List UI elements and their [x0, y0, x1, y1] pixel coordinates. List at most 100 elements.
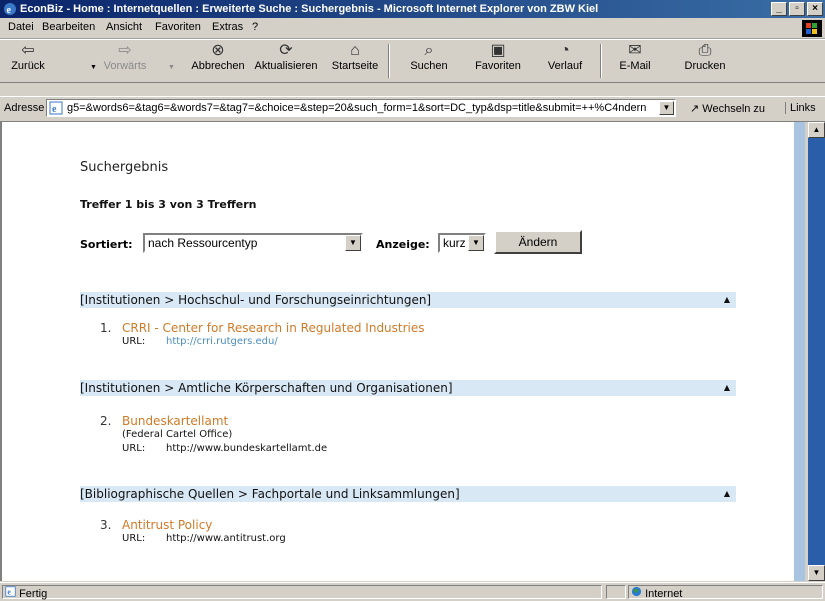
menu-bearbeiten[interactable]: Bearbeiten — [42, 21, 95, 33]
back-dropdown-icon[interactable]: ▼ — [90, 64, 97, 71]
url-label: URL: — [122, 443, 146, 454]
change-button[interactable]: Ändern — [494, 230, 582, 254]
print-button[interactable]: ⎙ Drucken — [680, 42, 730, 72]
forward-button[interactable]: ⇨ Vorwärts — [100, 42, 150, 72]
result-url-link[interactable]: http://crri.rutgers.edu/ — [166, 336, 278, 347]
menu-favoriten[interactable]: Favoriten — [155, 21, 201, 33]
standard-toolbar: ⇦ Zurück ▼ ⇨ Vorwärts ▼ ⊗ Abbrechen ⟳ Ak… — [0, 39, 825, 83]
menu-extras[interactable]: Extras — [212, 21, 243, 33]
refresh-icon: ⟳ — [279, 42, 293, 59]
result-number: 3. — [100, 518, 112, 532]
vertical-scrollbar[interactable]: ▲ ▼ — [808, 122, 825, 581]
forward-dropdown-icon[interactable]: ▼ — [168, 64, 175, 71]
go-arrow-icon: ↗ — [690, 103, 700, 115]
page-icon: e — [49, 101, 63, 115]
favorites-button[interactable]: ▣ Favoriten — [470, 42, 526, 72]
sort-label: Sortiert: — [80, 238, 133, 251]
result-title-link[interactable]: Antitrust Policy — [122, 518, 212, 532]
stop-label: Abbrechen — [191, 60, 245, 72]
address-input[interactable]: e g5=&words6=&tag6=&words7=&tag7=&choice… — [46, 99, 676, 117]
status-text: Fertig — [19, 588, 48, 600]
mail-label: E-Mail — [619, 60, 651, 72]
print-label: Drucken — [684, 60, 726, 72]
go-label: Wechseln zu — [702, 103, 766, 115]
favorites-icon: ▣ — [490, 42, 506, 59]
status-bar: e Fertig Internet — [0, 582, 825, 601]
page-content: Suchergebnis Treffer 1 bis 3 von 3 Treff… — [0, 122, 805, 581]
display-value: kurz — [443, 236, 466, 250]
scroll-down-icon[interactable]: ▼ — [808, 565, 825, 581]
back-button[interactable]: ⇦ Zurück — [8, 42, 48, 72]
window-title: EconBiz - Home : Internetquellen : Erwei… — [20, 3, 599, 15]
print-icon: ⎙ — [698, 42, 712, 59]
menu-ansicht[interactable]: Ansicht — [106, 21, 142, 33]
toolbar-separator-2 — [600, 44, 602, 78]
mail-icon: ✉ — [628, 42, 642, 59]
sort-controls: Sortiert: nach Ressourcentyp ▼ Anzeige: … — [80, 230, 600, 256]
result-title-link[interactable]: CRRI - Center for Research in Regulated … — [122, 321, 425, 335]
status-text-panel: e Fertig — [2, 585, 602, 600]
search-label: Suchen — [410, 60, 448, 72]
result-number: 2. — [100, 414, 112, 428]
ie-icon: e — [3, 2, 17, 16]
scroll-up-icon[interactable]: ▲ — [808, 122, 825, 138]
svg-text:e: e — [7, 5, 12, 16]
back-arrow-icon: ⇦ — [21, 42, 35, 59]
category-header: [Institutionen > Amtliche Körperschaften… — [80, 380, 736, 396]
history-button[interactable]: ◔ Verlauf — [542, 42, 588, 72]
search-icon: ⌕ — [424, 42, 434, 59]
back-label: Zurück — [11, 60, 45, 72]
menu-bar: Datei Bearbeiten Ansicht Favoriten Extra… — [0, 18, 825, 39]
page-icon: e — [5, 586, 19, 600]
address-bar: Adresse e g5=&words6=&tag6=&words7=&tag7… — [0, 96, 825, 122]
security-zone-panel: Internet — [628, 585, 823, 600]
links-button[interactable]: Links — [785, 102, 816, 114]
collapse-up-icon[interactable]: ▲ — [724, 292, 730, 308]
refresh-button[interactable]: ⟳ Aktualisieren — [254, 42, 318, 72]
history-icon: ◔ — [560, 42, 570, 59]
address-dropdown-icon[interactable]: ▼ — [659, 101, 674, 115]
category-label: [Bibliographische Quellen > Fachportale … — [80, 487, 460, 501]
history-label: Verlauf — [547, 60, 583, 72]
svg-text:e: e — [52, 104, 57, 115]
chevron-down-icon: ▼ — [468, 235, 484, 251]
category-header: [Institutionen > Hochschul- und Forschun… — [80, 292, 736, 308]
result-subtitle: (Federal Cartel Office) — [122, 429, 233, 440]
category-label: [Institutionen > Amtliche Körperschaften… — [80, 381, 453, 395]
collapse-up-icon[interactable]: ▲ — [724, 380, 730, 396]
result-title-link[interactable]: Bundeskartellamt — [122, 414, 228, 428]
stop-button[interactable]: ⊗ Abbrechen — [188, 42, 248, 72]
search-button[interactable]: ⌕ Suchen — [404, 42, 454, 72]
toolbar-separator — [388, 44, 390, 78]
category-header: [Bibliographische Quellen > Fachportale … — [80, 486, 736, 502]
sort-select[interactable]: nach Ressourcentyp ▼ — [143, 233, 363, 253]
url-label: URL: — [122, 336, 146, 347]
result-url-link[interactable]: http://www.antitrust.org — [166, 533, 286, 544]
minimize-button[interactable]: _ — [771, 2, 787, 16]
result-url-link[interactable]: http://www.bundeskartellamt.de — [166, 443, 327, 454]
windows-logo-icon — [802, 20, 822, 37]
home-button[interactable]: ⌂ Startseite — [330, 42, 380, 72]
go-button[interactable]: ↗ Wechseln zu — [690, 102, 765, 115]
forward-label: Vorwärts — [103, 60, 147, 72]
maximize-button[interactable]: ▫ — [789, 2, 805, 16]
url-label: URL: — [122, 533, 146, 544]
status-panel — [606, 585, 626, 599]
page-right-border — [794, 122, 805, 581]
menu-datei[interactable]: Datei — [8, 21, 34, 33]
menu-help[interactable]: ? — [252, 21, 258, 33]
chevron-down-icon: ▼ — [345, 235, 361, 251]
close-button[interactable]: × — [807, 2, 823, 16]
favorites-label: Favoriten — [475, 60, 521, 72]
mail-button[interactable]: ✉ E-Mail — [612, 42, 658, 72]
display-select[interactable]: kurz ▼ — [438, 233, 486, 253]
collapse-up-icon[interactable]: ▲ — [724, 486, 730, 502]
hits-summary: Treffer 1 bis 3 von 3 Treffern — [80, 198, 257, 211]
address-url: g5=&words6=&tag6=&words7=&tag7=&choice=&… — [67, 102, 647, 114]
display-label: Anzeige: — [376, 238, 430, 251]
forward-arrow-icon: ⇨ — [118, 42, 132, 59]
stop-icon: ⊗ — [211, 42, 225, 59]
category-label: [Institutionen > Hochschul- und Forschun… — [80, 293, 432, 307]
sort-value: nach Ressourcentyp — [148, 236, 258, 250]
result-number: 1. — [100, 321, 112, 335]
